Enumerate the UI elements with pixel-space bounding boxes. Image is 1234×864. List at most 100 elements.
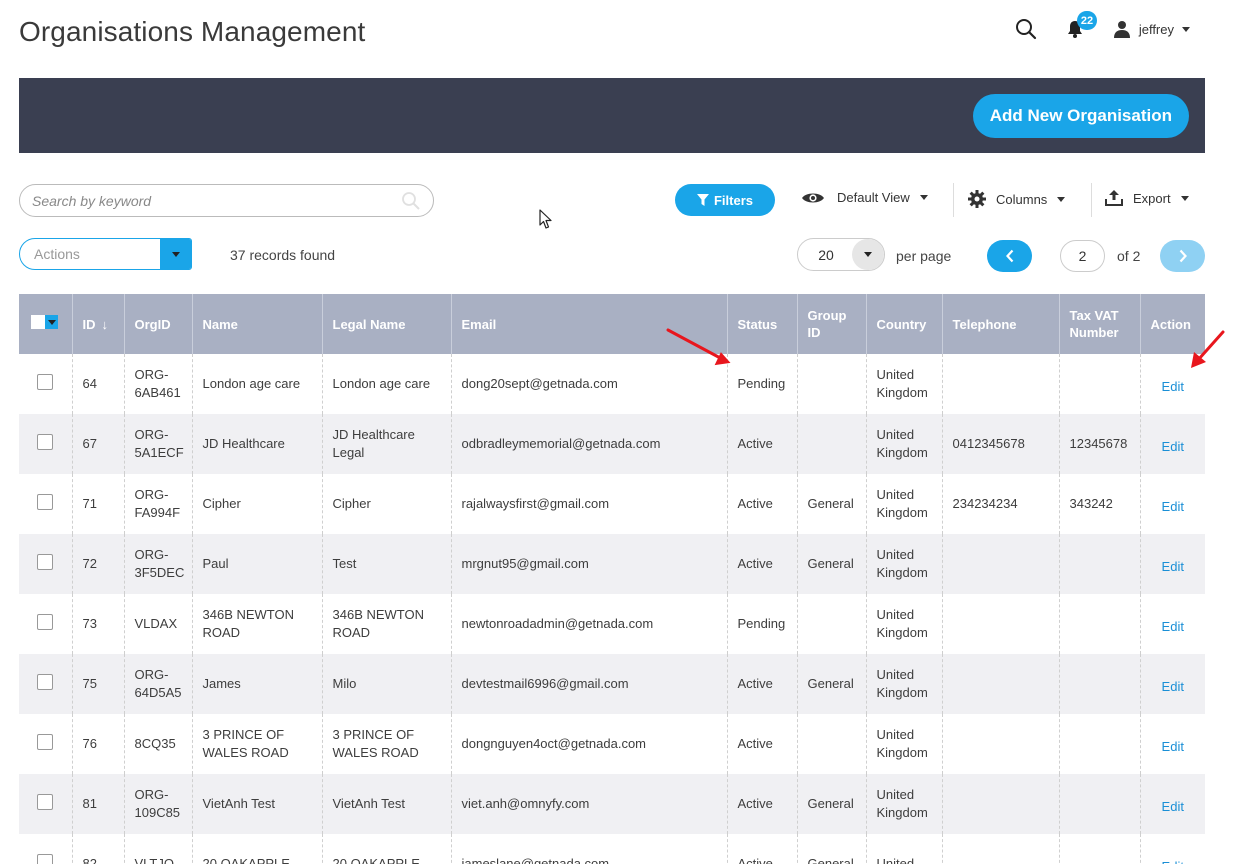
chevron-down-icon — [919, 195, 928, 200]
cell-tax: 343242 — [1059, 474, 1141, 534]
cell-group-id: General — [797, 774, 867, 834]
table-row[interactable]: 75 ORG-64D5A5 James Milo devtestmail6996@gma… — [19, 654, 1205, 714]
row-checkbox[interactable] — [37, 673, 53, 690]
cell-tax — [1059, 654, 1141, 714]
edit-link[interactable]: Edit — [1162, 619, 1184, 634]
row-checkbox[interactable] — [37, 373, 53, 390]
table-row[interactable]: 76 8CQ35 3 PRINCE OF WALES ROAD 3 PRINCE OF… — [19, 714, 1205, 774]
table-row[interactable]: 73 VLDAX 346B NEWTON ROAD 346B NEWTON ROAD n… — [19, 594, 1205, 654]
cell-action: Edit — [1140, 474, 1205, 534]
cell-tax — [1059, 714, 1141, 774]
actions-dropdown-toggle[interactable] — [160, 239, 191, 269]
column-header-legal-name[interactable]: Legal Name — [322, 294, 452, 354]
table-row[interactable]: 82 VLTJQ 20 OAKAPPLE 20 OAKAPPLE jameslane@g… — [19, 834, 1205, 864]
cell-id: 76 — [72, 714, 125, 774]
per-page-select[interactable]: 20 — [797, 238, 885, 271]
cell-status: Pending — [727, 354, 798, 414]
row-checkbox[interactable] — [37, 613, 53, 630]
edit-link[interactable]: Edit — [1162, 799, 1184, 814]
select-all-dropdown[interactable] — [45, 315, 58, 329]
edit-link[interactable]: Edit — [1162, 379, 1184, 394]
row-select-cell — [19, 594, 73, 654]
cell-id: 67 — [72, 414, 125, 474]
cell-email: viet.anh@omnyfy.com — [451, 774, 728, 834]
previous-page-button[interactable] — [987, 240, 1032, 272]
column-header-country[interactable]: Country — [866, 294, 943, 354]
cell-email: dong20sept@getnada.com — [451, 354, 728, 414]
page-banner: Add New Organisation — [19, 78, 1205, 153]
edit-link[interactable]: Edit — [1162, 559, 1184, 574]
cell-email: dongnguyen4oct@getnada.com — [451, 714, 728, 774]
next-page-button[interactable] — [1160, 240, 1205, 272]
cell-status: Active — [727, 714, 798, 774]
export-label: Export — [1133, 190, 1171, 206]
column-header-status[interactable]: Status — [727, 294, 798, 354]
organisations-table: ID ↓ OrgID Name Legal Name Email Status G… — [19, 294, 1205, 864]
add-organisation-button[interactable]: Add New Organisation — [972, 94, 1189, 138]
username: jeffrey — [1138, 21, 1174, 37]
cell-status: Active — [727, 414, 798, 474]
cell-legal-name: London age care — [322, 354, 452, 414]
column-header-group-id[interactable]: Group ID — [797, 294, 867, 354]
cell-tax — [1059, 534, 1141, 594]
export-dropdown[interactable]: Export — [1105, 190, 1189, 206]
cell-name: Paul — [192, 534, 323, 594]
cell-id: 81 — [72, 774, 125, 834]
table-row[interactable]: 72 ORG-3F5DEC Paul Test mrgnut95@gmail.com Ac… — [19, 534, 1205, 594]
bulk-actions-select[interactable]: Actions — [19, 238, 192, 270]
search-button[interactable] — [1015, 18, 1037, 40]
cell-tax — [1059, 594, 1141, 654]
cell-id: 72 — [72, 534, 125, 594]
cell-email: odbradleymemorial@getnada.com — [451, 414, 728, 474]
row-checkbox[interactable] — [37, 793, 53, 810]
cell-status: Active — [727, 774, 798, 834]
cell-action: Edit — [1140, 594, 1205, 654]
cell-action: Edit — [1140, 834, 1205, 864]
page-number-input[interactable] — [1060, 240, 1105, 272]
select-all-checkbox[interactable] — [31, 315, 58, 329]
edit-link[interactable]: Edit — [1162, 859, 1184, 864]
row-checkbox[interactable] — [37, 433, 53, 450]
column-header-tax[interactable]: Tax VAT Number — [1059, 294, 1141, 354]
row-checkbox[interactable] — [37, 553, 53, 570]
edit-link[interactable]: Edit — [1162, 499, 1184, 514]
column-header-telephone[interactable]: Telephone — [942, 294, 1060, 354]
table-row[interactable]: 71 ORG-FA994F Cipher Cipher rajalwaysfirst@g… — [19, 474, 1205, 534]
cell-email: devtestmail6996@gmail.com — [451, 654, 728, 714]
cell-telephone: 0412345678 — [942, 414, 1060, 474]
row-checkbox[interactable] — [37, 853, 53, 864]
column-header-email[interactable]: Email — [451, 294, 728, 354]
view-dropdown[interactable]: Default View — [801, 190, 928, 205]
select-all-column — [19, 294, 73, 354]
notifications-button[interactable]: 22 — [1067, 11, 1098, 38]
user-menu[interactable]: jeffrey — [1113, 20, 1190, 38]
search-icon[interactable] — [401, 191, 421, 211]
edit-link[interactable]: Edit — [1162, 739, 1184, 754]
columns-dropdown[interactable]: Columns — [968, 190, 1066, 208]
table-row[interactable]: 64 ORG-6AB461 London age care London age ca… — [19, 354, 1205, 414]
cell-country: United Kingdom — [866, 774, 943, 834]
cell-tax: 12345678 — [1059, 414, 1141, 474]
cell-group-id — [797, 414, 867, 474]
cell-country: United Kingdom — [866, 714, 943, 774]
cell-status: Active — [727, 834, 798, 864]
table-row[interactable]: 81 ORG-109C85 VietAnh Test VietAnh Test viet… — [19, 774, 1205, 834]
search-box — [19, 184, 434, 217]
per-page-dropdown-toggle[interactable] — [852, 239, 884, 270]
cell-action: Edit — [1140, 714, 1205, 774]
column-header-orgid[interactable]: OrgID — [124, 294, 193, 354]
select-all-box — [31, 315, 45, 329]
row-checkbox[interactable] — [37, 733, 53, 750]
search-input[interactable] — [32, 192, 401, 209]
column-header-name[interactable]: Name — [192, 294, 323, 354]
table-row[interactable]: 67 ORG-5A1ECF JD Healthcare JD Healthcare L… — [19, 414, 1205, 474]
column-header-id[interactable]: ID ↓ — [72, 294, 125, 354]
gear-icon — [968, 190, 986, 208]
cell-legal-name: VietAnh Test — [322, 774, 452, 834]
edit-link[interactable]: Edit — [1162, 439, 1184, 454]
cell-country: United — [866, 834, 943, 864]
view-label: Default View — [837, 190, 910, 205]
edit-link[interactable]: Edit — [1162, 679, 1184, 694]
row-checkbox[interactable] — [37, 493, 53, 510]
filters-button[interactable]: Filters — [675, 184, 775, 216]
